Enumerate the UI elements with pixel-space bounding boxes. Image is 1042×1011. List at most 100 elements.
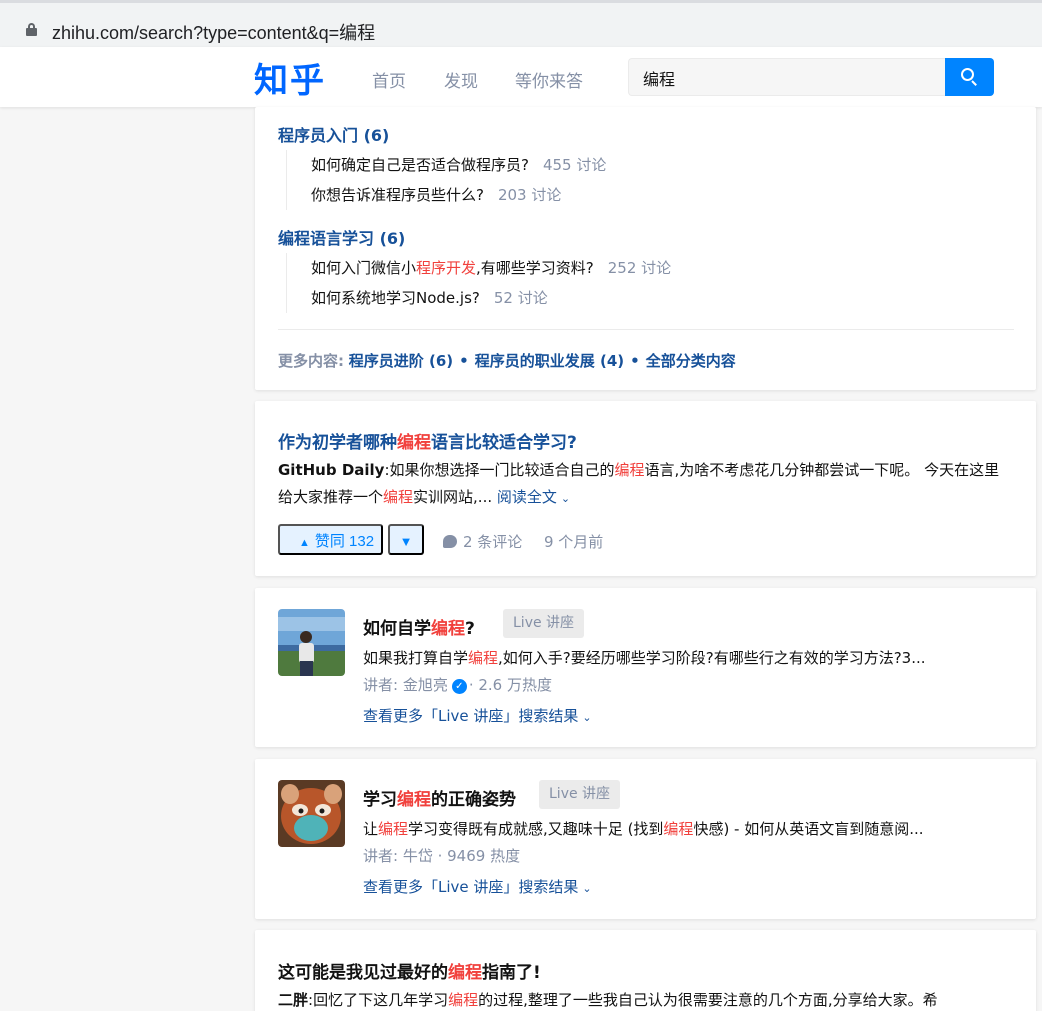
author-name[interactable]: 二胖 bbox=[278, 991, 308, 1009]
more-link-career[interactable]: 程序员的职业发展 (4) bbox=[475, 352, 624, 370]
discussion-count: 252 讨论 bbox=[607, 259, 672, 277]
live-lecture-card: 学习编程的正确姿势 Live 讲座 让编程学习变得既有成就感,又趣味十足 (找到… bbox=[255, 759, 1036, 919]
answer-excerpt[interactable]: GitHub Daily:如果你想选择一门比较适合自己的编程语言,为啥不考虑花几… bbox=[278, 457, 1014, 512]
title-text: 语言比较适合学习? bbox=[431, 433, 577, 453]
site-header: 知乎 首页 发现 等你来答 bbox=[0, 47, 1042, 107]
highlight-text: 编程 bbox=[468, 649, 499, 667]
question-list: 如何确定自己是否适合做程序员? 455 讨论 你想告诉准程序员些什么? 203 讨论 bbox=[286, 150, 606, 210]
comments-button[interactable]: 2 条评论 bbox=[443, 531, 522, 552]
highlight-text: 编程 bbox=[448, 963, 482, 983]
live-description: 如果我打算自学编程,如何入手?要经历哪些学习阶段?有哪些行之有效的学习方法?3.… bbox=[363, 647, 1003, 668]
title-text: 指南了! bbox=[482, 963, 541, 983]
view-more-live-link[interactable]: 查看更多「Live 讲座」搜索结果 ⌄ bbox=[363, 705, 592, 726]
nav-home[interactable]: 首页 bbox=[372, 67, 406, 92]
desc-text: 让 bbox=[363, 820, 379, 838]
url-field[interactable]: zhihu.com/search?type=content&q=编程 bbox=[6, 9, 1036, 43]
separator-dot: • bbox=[459, 352, 469, 370]
title-text: 如何自学 bbox=[363, 619, 431, 639]
excerpt-text: 实训网站,... bbox=[413, 488, 493, 506]
url-text[interactable]: zhihu.com/search?type=content&q=编程 bbox=[52, 19, 375, 45]
question-list: 如何入门微信小程序开发,有哪些学习资料? 252 讨论 如何系统地学习Node.j… bbox=[286, 253, 671, 313]
discussion-count: 52 讨论 bbox=[493, 289, 548, 307]
lock-icon[interactable] bbox=[26, 23, 37, 36]
upvote-label: 赞同 132 bbox=[314, 533, 375, 550]
divider bbox=[278, 329, 1014, 330]
more-content-label: 更多内容: bbox=[278, 352, 344, 370]
live-description: 让编程学习变得既有成就感,又趣味十足 (找到编程快感) - 如何从英语文盲到随意… bbox=[363, 818, 1003, 839]
highlight-text: 编程 bbox=[378, 820, 409, 838]
chevron-down-icon: ⌄ bbox=[582, 711, 592, 724]
answer-title[interactable]: 作为初学者哪种编程语言比较适合学习? bbox=[278, 428, 577, 453]
excerpt-text: :如果你想选择一门比较适合自己的 bbox=[384, 461, 615, 479]
more-content-row: 更多内容: 程序员进阶 (6) • 程序员的职业发展 (4) • 全部分类内容 bbox=[278, 350, 736, 371]
highlight-text: 编程 bbox=[448, 991, 479, 1009]
more-link-advanced[interactable]: 程序员进阶 (6) bbox=[349, 352, 453, 370]
article-excerpt[interactable]: 二胖:回忆了下这几年学习编程的过程,整理了一些我自己认为很需要注意的几个方面,分… bbox=[278, 989, 1014, 1010]
desc-text: 学习变得既有成就感,又趣味十足 (找到 bbox=[408, 820, 664, 838]
article-title[interactable]: 这可能是我见过最好的编程指南了! bbox=[278, 958, 541, 983]
live-meta: 讲者: 金旭亮 ✓ · 2.6 万热度 bbox=[363, 674, 552, 695]
separator-dot: • bbox=[630, 352, 640, 370]
discussion-count: 455 讨论 bbox=[542, 156, 607, 174]
question-text: ,有哪些学习资料? bbox=[476, 259, 594, 277]
triangle-up-icon: ▲ bbox=[298, 537, 310, 549]
question-item[interactable]: 如何系统地学习Node.js? 52 讨论 bbox=[311, 283, 671, 313]
title-text: 的正确姿势 bbox=[431, 790, 516, 810]
comments-label: 2 条评论 bbox=[463, 533, 523, 551]
verified-icon: ✓ bbox=[451, 679, 467, 694]
lecturer-avatar[interactable] bbox=[278, 780, 345, 847]
comment-icon bbox=[443, 535, 457, 548]
highlight-text: 编程 bbox=[397, 433, 431, 453]
question-item[interactable]: 如何入门微信小程序开发,有哪些学习资料? 252 讨论 bbox=[311, 253, 671, 283]
view-more-label: 查看更多「Live 讲座」搜索结果 bbox=[363, 878, 579, 896]
category-title[interactable]: 程序员入门 (6) bbox=[278, 122, 389, 146]
desc-text: 快感) - 如何从英语文盲到随意阅... bbox=[693, 820, 924, 838]
question-text: 你想告诉准程序员些什么? bbox=[311, 186, 484, 204]
nav-explore[interactable]: 发现 bbox=[444, 67, 478, 92]
highlight-text: 编程 bbox=[397, 790, 431, 810]
search-button[interactable] bbox=[945, 58, 994, 96]
answer-card: 作为初学者哪种编程语言比较适合学习? GitHub Daily:如果你想选择一门… bbox=[255, 401, 1036, 576]
live-lecture-card: 如何自学编程? Live 讲座 如果我打算自学编程,如何入手?要经历哪些学习阶段… bbox=[255, 588, 1036, 747]
excerpt-text: :回忆了下这几年学习 bbox=[308, 991, 449, 1009]
title-text: 作为初学者哪种 bbox=[278, 433, 397, 453]
upvote-button[interactable]: ▲ 赞同 132 bbox=[278, 524, 383, 555]
question-text: 如何确定自己是否适合做程序员? bbox=[311, 156, 529, 174]
read-more-button[interactable]: 阅读全文 ⌄ bbox=[497, 488, 570, 506]
downvote-button[interactable]: ▼ bbox=[388, 524, 424, 555]
zhihu-logo[interactable]: 知乎 bbox=[254, 53, 326, 102]
nav-waiting-answers[interactable]: 等你来答 bbox=[515, 67, 583, 92]
search-input[interactable] bbox=[643, 68, 933, 88]
title-text: 学习 bbox=[363, 790, 397, 810]
live-title[interactable]: 如何自学编程? bbox=[363, 614, 475, 639]
live-badge: Live 讲座 bbox=[503, 609, 585, 638]
heat-text: · 2.6 万热度 bbox=[468, 676, 552, 694]
article-card: 这可能是我见过最好的编程指南了! 二胖:回忆了下这几年学习编程的过程,整理了一些… bbox=[255, 930, 1036, 1011]
highlight-text: 程序开发 bbox=[416, 259, 477, 277]
category-title[interactable]: 编程语言学习 (6) bbox=[278, 225, 405, 249]
speaker-text: 讲者: 金旭亮 bbox=[363, 676, 448, 694]
search-box bbox=[628, 58, 946, 96]
author-name[interactable]: GitHub Daily bbox=[278, 461, 384, 479]
more-link-all[interactable]: 全部分类内容 bbox=[646, 352, 736, 370]
highlight-text: 编程 bbox=[663, 820, 694, 838]
desc-text: 如果我打算自学 bbox=[363, 649, 469, 667]
live-title[interactable]: 学习编程的正确姿势 bbox=[363, 785, 516, 810]
question-item[interactable]: 如何确定自己是否适合做程序员? 455 讨论 bbox=[311, 150, 606, 180]
highlight-text: 编程 bbox=[383, 488, 414, 506]
question-item[interactable]: 你想告诉准程序员些什么? 203 讨论 bbox=[311, 180, 606, 210]
title-text: ? bbox=[465, 619, 475, 639]
question-text: 如何系统地学习Node.js? bbox=[311, 289, 480, 307]
title-text: 这可能是我见过最好的 bbox=[278, 963, 448, 983]
view-more-live-link[interactable]: 查看更多「Live 讲座」搜索结果 ⌄ bbox=[363, 876, 592, 897]
discussion-count: 203 讨论 bbox=[497, 186, 562, 204]
highlight-text: 编程 bbox=[431, 619, 465, 639]
lecturer-avatar[interactable] bbox=[278, 609, 345, 676]
question-text: 如何入门微信小 bbox=[311, 259, 417, 277]
chevron-down-icon: ⌄ bbox=[560, 492, 571, 505]
search-icon bbox=[961, 68, 979, 86]
topic-category-card: 程序员入门 (6) 如何确定自己是否适合做程序员? 455 讨论 你想告诉准程序员… bbox=[255, 107, 1036, 390]
live-badge: Live 讲座 bbox=[539, 780, 621, 809]
triangle-down-icon: ▼ bbox=[399, 534, 413, 549]
view-more-label: 查看更多「Live 讲座」搜索结果 bbox=[363, 707, 579, 725]
